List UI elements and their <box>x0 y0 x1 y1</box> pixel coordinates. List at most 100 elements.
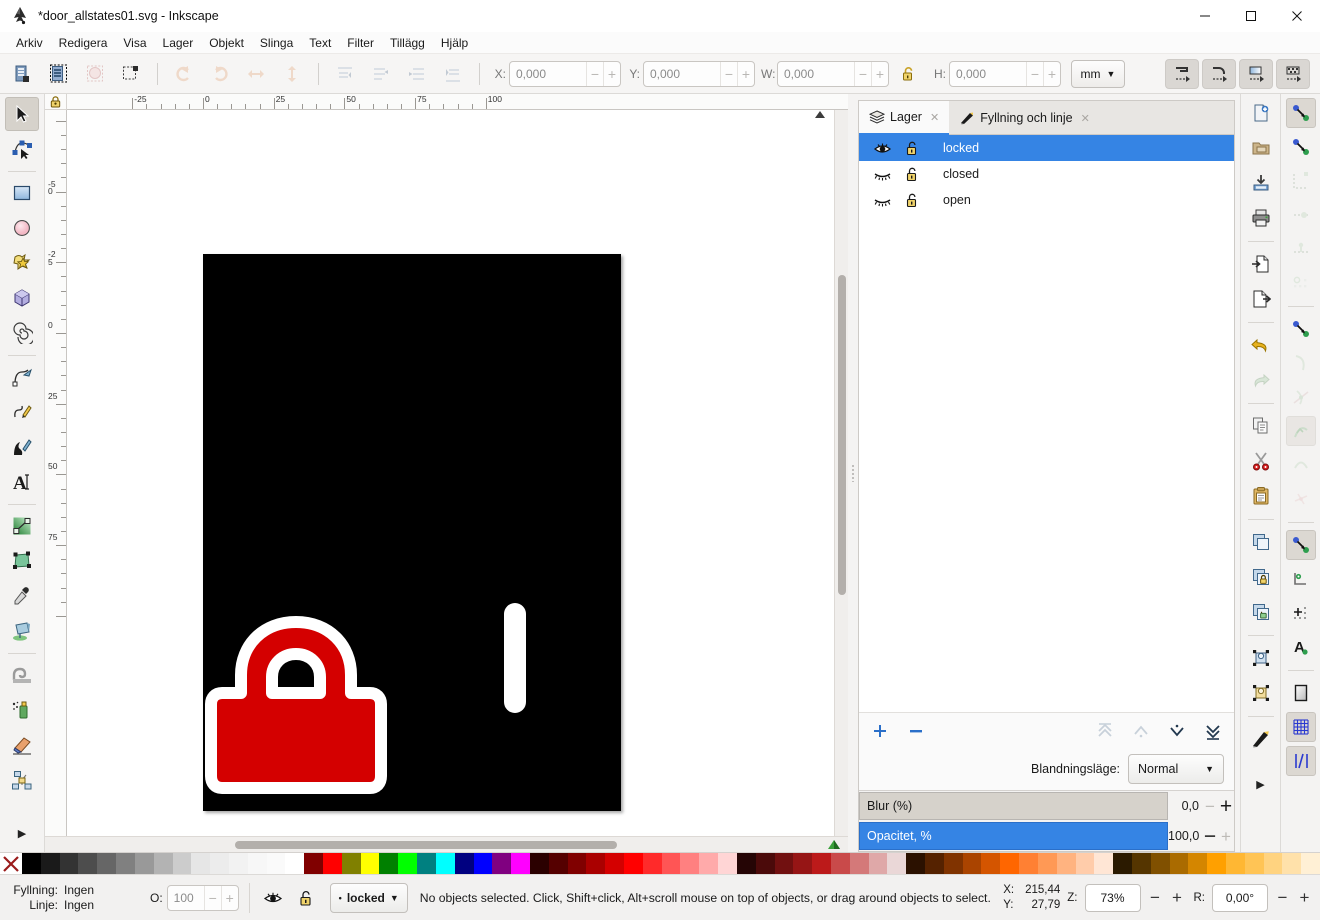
print-document-icon[interactable] <box>1246 203 1276 233</box>
calligraphy-tool[interactable] <box>5 430 39 464</box>
palette-swatch[interactable] <box>285 853 305 875</box>
palette-swatch[interactable] <box>266 853 286 875</box>
tweak-tool[interactable] <box>5 658 39 692</box>
palette-swatch[interactable] <box>868 853 888 875</box>
copy-icon[interactable] <box>1246 411 1276 441</box>
snap-midpoint-icon[interactable] <box>1286 484 1316 514</box>
close-button[interactable] <box>1274 0 1320 32</box>
menu-lager[interactable]: Lager <box>155 34 202 52</box>
palette-swatch[interactable] <box>40 853 60 875</box>
palette-swatch[interactable] <box>191 853 211 875</box>
menu-arkiv[interactable]: Arkiv <box>8 34 51 52</box>
w-decrement[interactable]: − <box>854 61 871 86</box>
snap-bbox-edge-midpoint-icon[interactable] <box>1286 234 1316 264</box>
palette-swatch[interactable] <box>1075 853 1095 875</box>
paint-bucket-tool[interactable] <box>5 614 39 648</box>
spray-tool[interactable] <box>5 693 39 727</box>
palette-swatch[interactable] <box>1131 853 1151 875</box>
layer-unlocked-icon-2[interactable] <box>897 166 927 182</box>
palette-swatch[interactable] <box>417 853 436 875</box>
rotate-ccw-button[interactable]: − <box>1275 889 1290 906</box>
eraser-tool[interactable] <box>5 728 39 762</box>
blur-increment[interactable]: + <box>1218 796 1234 817</box>
palette-swatch[interactable] <box>511 853 530 875</box>
palette-swatch[interactable] <box>1226 853 1245 875</box>
palette-swatch[interactable] <box>1019 853 1038 875</box>
canvas-horizontal-scrollbar[interactable] <box>45 836 848 852</box>
palette-swatch[interactable] <box>247 853 267 875</box>
rotate-cw-button[interactable]: + <box>1297 889 1312 906</box>
snap-page-border-icon[interactable] <box>1286 678 1316 708</box>
palette-swatch[interactable] <box>134 853 154 875</box>
eye-closed-icon-2[interactable] <box>867 193 897 208</box>
zoom-value-box[interactable]: 73% <box>1084 883 1141 912</box>
raise-layer-button[interactable] <box>1130 720 1152 742</box>
pencil-tool[interactable] <box>5 395 39 429</box>
selector-tool[interactable] <box>5 97 39 131</box>
layer-row-open[interactable]: open <box>859 187 1234 213</box>
palette-swatch[interactable] <box>1094 853 1114 875</box>
affect-gradients-icon[interactable] <box>1239 58 1273 89</box>
snap-bbox-center-icon[interactable] <box>1286 268 1316 298</box>
rotate-cw-icon[interactable] <box>203 59 237 89</box>
w-spinner[interactable]: −+ <box>777 60 889 87</box>
tab-fyllning-och-linje[interactable]: Fyllning och linje ✕ <box>949 101 1100 135</box>
y-increment[interactable]: + <box>737 61 754 86</box>
x-decrement[interactable]: − <box>586 61 603 86</box>
palette-swatch[interactable] <box>492 853 512 875</box>
fill-stroke-indicator[interactable]: Fyllning: Ingen Linje: Ingen <box>0 883 150 913</box>
palette-swatch[interactable] <box>341 853 361 875</box>
palette-swatch[interactable] <box>97 853 117 875</box>
vertical-ruler[interactable]: -50 -25 0 25 50 75 <box>45 110 67 836</box>
snap-bbox-corner-icon[interactable] <box>1286 200 1316 230</box>
palette-swatch[interactable] <box>116 853 135 875</box>
snap-smooth-node-icon[interactable] <box>1286 450 1316 480</box>
current-layer-selector[interactable]: • locked ▼ <box>329 882 408 913</box>
menu-filter[interactable]: Filter <box>339 34 382 52</box>
clone-icon[interactable] <box>1246 562 1276 592</box>
color-palette[interactable] <box>0 852 1320 875</box>
affect-stroke-width-icon[interactable] <box>1165 58 1199 89</box>
lower-to-bottom-icon[interactable] <box>436 59 470 89</box>
palette-swatch[interactable] <box>1282 853 1302 875</box>
palette-swatch[interactable] <box>605 853 624 875</box>
palette-swatch[interactable] <box>849 853 869 875</box>
menu-redigera[interactable]: Redigera <box>51 34 116 52</box>
h-spinner[interactable]: −+ <box>949 60 1061 87</box>
y-input[interactable] <box>644 61 720 86</box>
snap-bbox-edge-icon[interactable] <box>1286 166 1316 196</box>
palette-swatch[interactable] <box>172 853 192 875</box>
palette-swatch[interactable] <box>59 853 79 875</box>
menu-visa[interactable]: Visa <box>115 34 154 52</box>
palette-swatch[interactable] <box>435 853 455 875</box>
commandbar-overflow-arrow[interactable]: ▶ <box>1246 769 1276 799</box>
export-icon[interactable] <box>1246 284 1276 314</box>
blur-slider[interactable]: Blur (%) <box>859 792 1168 820</box>
drawing-canvas[interactable] <box>67 110 834 836</box>
opacity-spinner[interactable]: −+ <box>166 884 239 911</box>
palette-swatch[interactable] <box>153 853 173 875</box>
snap-rotation-center-icon[interactable] <box>1286 598 1316 628</box>
palette-swatch[interactable] <box>586 853 606 875</box>
opacity-slider[interactable]: Opacitet, % <box>859 822 1168 850</box>
horizontal-scroll-thumb[interactable] <box>235 841 617 849</box>
raise-icon[interactable] <box>364 59 398 89</box>
palette-swatch[interactable] <box>887 853 907 875</box>
select-same-icon[interactable] <box>78 59 112 89</box>
lower-layer-to-bottom-button[interactable] <box>1202 720 1224 742</box>
palette-swatch[interactable] <box>755 853 775 875</box>
h-input[interactable] <box>950 61 1026 86</box>
text-tool[interactable]: A <box>5 465 39 499</box>
tab-fyllning-close-icon[interactable]: ✕ <box>1081 112 1090 125</box>
locked-door-artwork[interactable] <box>205 616 387 810</box>
opacity-spin-decrement[interactable]: − <box>203 885 221 910</box>
palette-swatch[interactable] <box>642 853 662 875</box>
palette-swatch[interactable] <box>981 853 1001 875</box>
snap-object-corner-icon[interactable] <box>1286 564 1316 594</box>
unit-selector[interactable]: mm ▼ <box>1071 59 1125 88</box>
palette-swatch[interactable] <box>379 853 399 875</box>
palette-swatches[interactable] <box>22 853 1320 875</box>
opacity-increment[interactable]: + <box>1218 828 1234 845</box>
zoom-out-button[interactable]: − <box>1148 889 1163 906</box>
eye-closed-icon[interactable] <box>867 167 897 182</box>
